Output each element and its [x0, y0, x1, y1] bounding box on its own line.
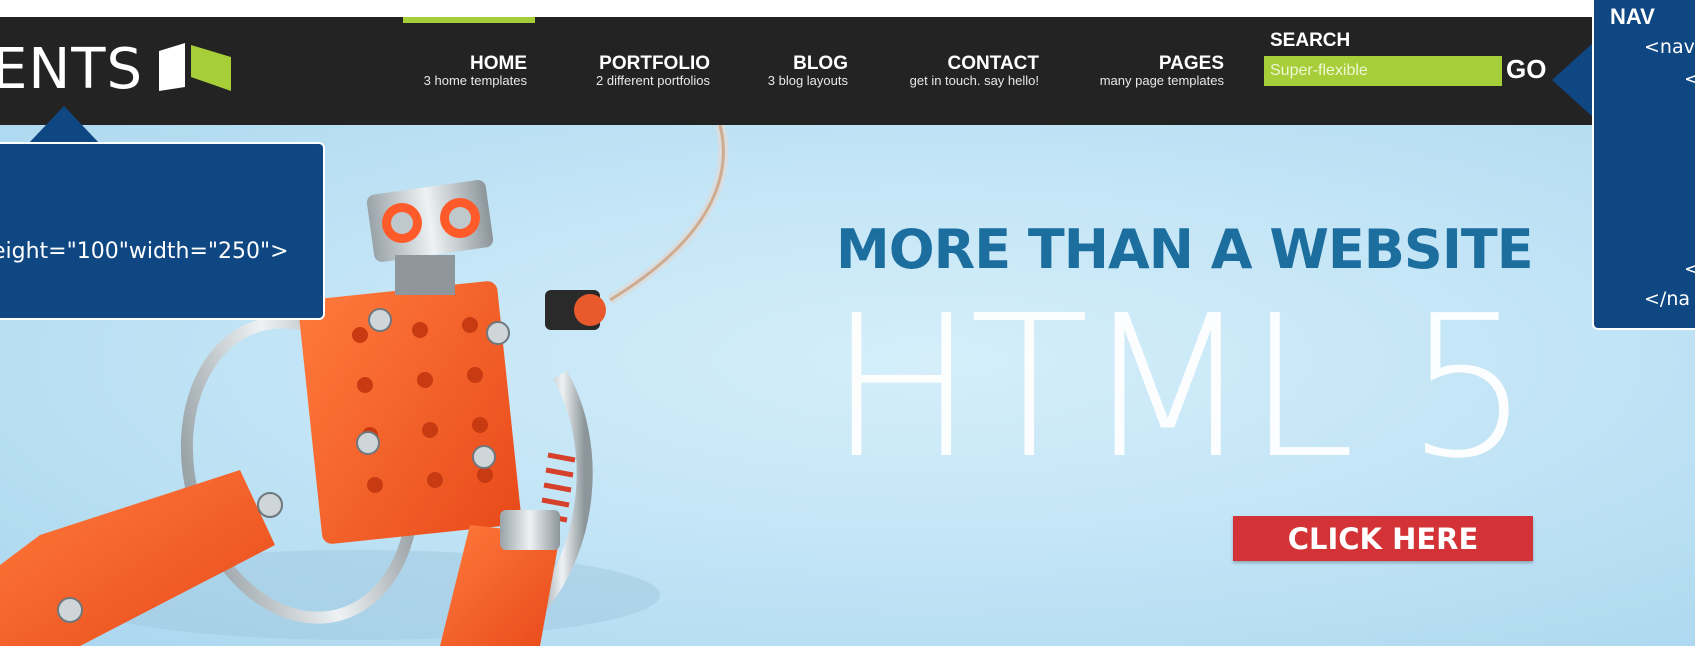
nav-item-subtitle: get in touch. say hello!: [909, 73, 1039, 88]
nav-item-title: CONTACT: [947, 53, 1039, 74]
search-input[interactable]: [1264, 56, 1502, 86]
code-callout-left: eight="100"width="250">: [0, 142, 325, 320]
nav-item-pages[interactable]: PAGES many page templates: [1100, 54, 1224, 88]
callout-pointer: [1552, 42, 1594, 118]
site-logo-text[interactable]: ENTS: [0, 40, 143, 100]
callout-code: eight="100"width="250">: [0, 239, 289, 264]
nav-item-contact[interactable]: CONTACT get in touch. say hello!: [910, 54, 1039, 88]
nav-item-home[interactable]: HOME 3 home templates: [424, 54, 527, 88]
callout-code-line: <: [1684, 68, 1695, 90]
nav-item-subtitle: 2 different portfolios: [596, 73, 710, 88]
nav-item-subtitle: 3 home templates: [423, 73, 527, 88]
nav-item-subtitle: many page templates: [1099, 73, 1224, 88]
nav-item-title: BLOG: [793, 53, 848, 74]
callout-code-line: <: [1684, 258, 1695, 280]
nav-item-title: PAGES: [1158, 53, 1224, 74]
callout-title: NAV: [1610, 4, 1655, 29]
nav-item-title: HOME: [470, 53, 527, 74]
code-callout-nav: NAV <nav < < </na: [1592, 0, 1695, 330]
hero-big-text: HTML 5: [828, 274, 1530, 502]
logo-icon[interactable]: [155, 39, 235, 91]
callout-code-line: </na: [1644, 288, 1691, 310]
search-go-button[interactable]: GO: [1506, 54, 1546, 85]
click-here-button[interactable]: CLICK HERE: [1233, 516, 1533, 561]
hero-headline: MORE THAN A WEBSITE: [836, 218, 1534, 281]
nav-item-subtitle: 3 blog layouts: [767, 73, 848, 88]
nav-item-portfolio[interactable]: PORTFOLIO 2 different portfolios: [596, 54, 710, 88]
search-label: SEARCH: [1270, 30, 1351, 51]
callout-pointer: [28, 106, 100, 144]
active-nav-indicator: [403, 17, 535, 23]
nav-item-blog[interactable]: BLOG 3 blog layouts: [768, 54, 848, 88]
nav-item-title: PORTFOLIO: [599, 53, 710, 74]
callout-code-line: <nav: [1644, 36, 1695, 58]
